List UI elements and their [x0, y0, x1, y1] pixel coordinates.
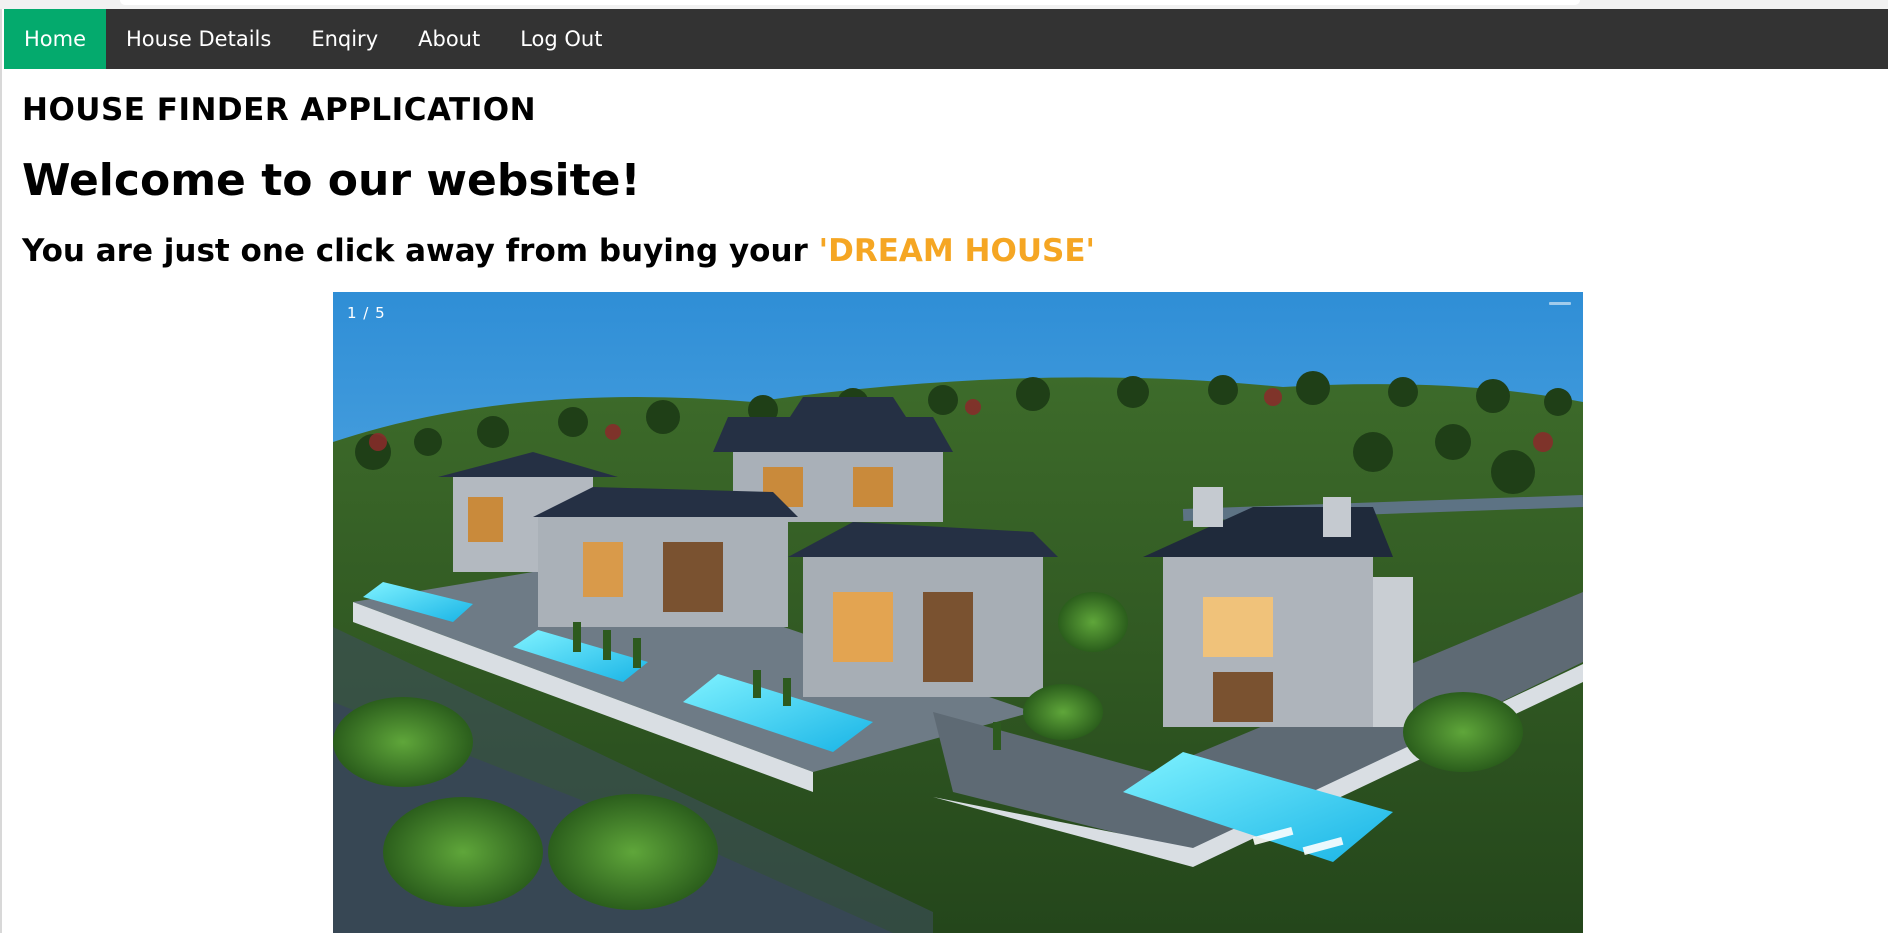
nav-logout[interactable]: Log Out	[500, 9, 622, 69]
welcome-heading: Welcome to our website!	[22, 155, 641, 206]
top-navbar: Home House Details Enqiry About Log Out	[4, 9, 1888, 69]
image-watermark	[1549, 302, 1571, 305]
house-slide-image	[333, 292, 1583, 933]
browser-tab-edge	[120, 0, 1580, 5]
dream-house-highlight: 'DREAM HOUSE'	[818, 233, 1096, 269]
nav-about[interactable]: About	[398, 9, 500, 69]
tagline-text: You are just one click away from buying …	[22, 233, 819, 269]
house-slideshow[interactable]: 1 / 5	[333, 292, 1583, 933]
nav-house-details[interactable]: House Details	[106, 9, 291, 69]
slide-counter: 1 / 5	[347, 304, 386, 322]
nav-home[interactable]: Home	[4, 9, 107, 69]
app-title: HOUSE FINDER APPLICATION	[22, 92, 537, 128]
tagline: You are just one click away from buying …	[22, 233, 1095, 269]
nav-enquiry[interactable]: Enqiry	[291, 9, 398, 69]
